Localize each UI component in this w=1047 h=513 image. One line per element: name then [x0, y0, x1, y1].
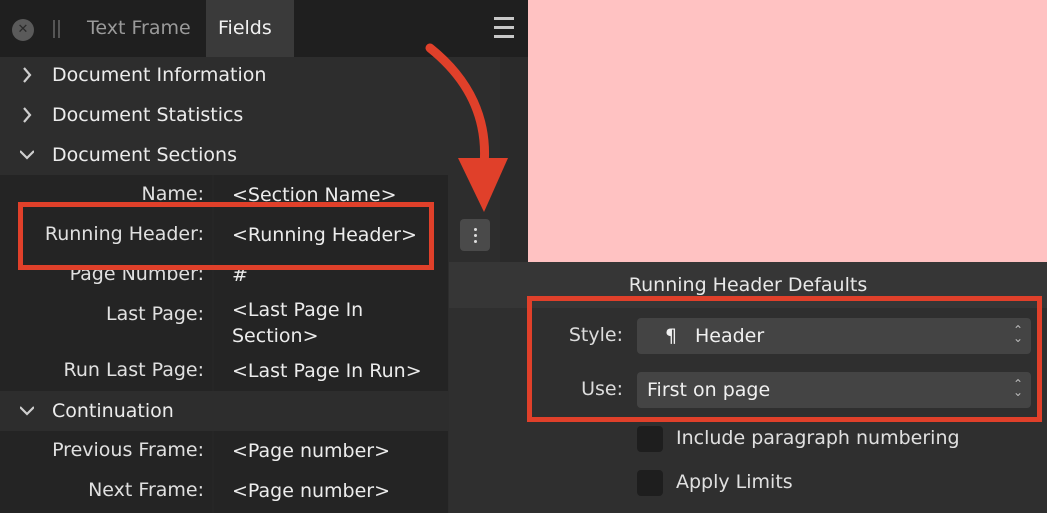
document-canvas[interactable]: [528, 0, 1047, 262]
column-divider: [212, 431, 214, 513]
field-value-next-frame[interactable]: <Page number>: [232, 478, 390, 504]
apply-limits-checkbox[interactable]: [637, 470, 663, 496]
section-document-information[interactable]: Document Information: [0, 55, 448, 95]
include-paragraph-numbering-label: Include paragraph numbering: [676, 427, 960, 449]
field-label-last-page: Last Page:: [105, 303, 204, 325]
chevron-right-icon: [23, 107, 32, 123]
section-document-statistics[interactable]: Document Statistics: [0, 95, 448, 135]
panel-menu-icon[interactable]: [494, 17, 514, 39]
highlight-popover-selects: [527, 296, 1042, 422]
include-paragraph-numbering-checkbox[interactable]: [637, 426, 663, 452]
section-label: Document Information: [52, 64, 267, 86]
section-label: Document Sections: [52, 144, 237, 166]
chevron-down-icon: [20, 150, 34, 160]
close-icon: ✕: [17, 22, 29, 37]
tab-fields[interactable]: Fields: [206, 0, 294, 57]
section-document-sections[interactable]: Document Sections: [0, 135, 448, 175]
highlight-running-header-field: [18, 202, 434, 270]
field-label-next-frame: Next Frame:: [88, 479, 204, 501]
drag-grip-icon[interactable]: [52, 18, 62, 40]
close-panel-button[interactable]: ✕: [12, 19, 34, 41]
apply-limits-label: Apply Limits: [676, 471, 793, 493]
field-value-previous-frame[interactable]: <Page number>: [232, 438, 390, 464]
tab-text-frame[interactable]: Text Frame: [75, 0, 203, 57]
annotation-arrow-icon: [425, 43, 508, 212]
more-options-button[interactable]: [460, 219, 490, 251]
field-label-previous-frame: Previous Frame:: [52, 439, 204, 461]
section-label: Document Statistics: [52, 104, 244, 126]
chevron-right-icon: [23, 67, 32, 83]
